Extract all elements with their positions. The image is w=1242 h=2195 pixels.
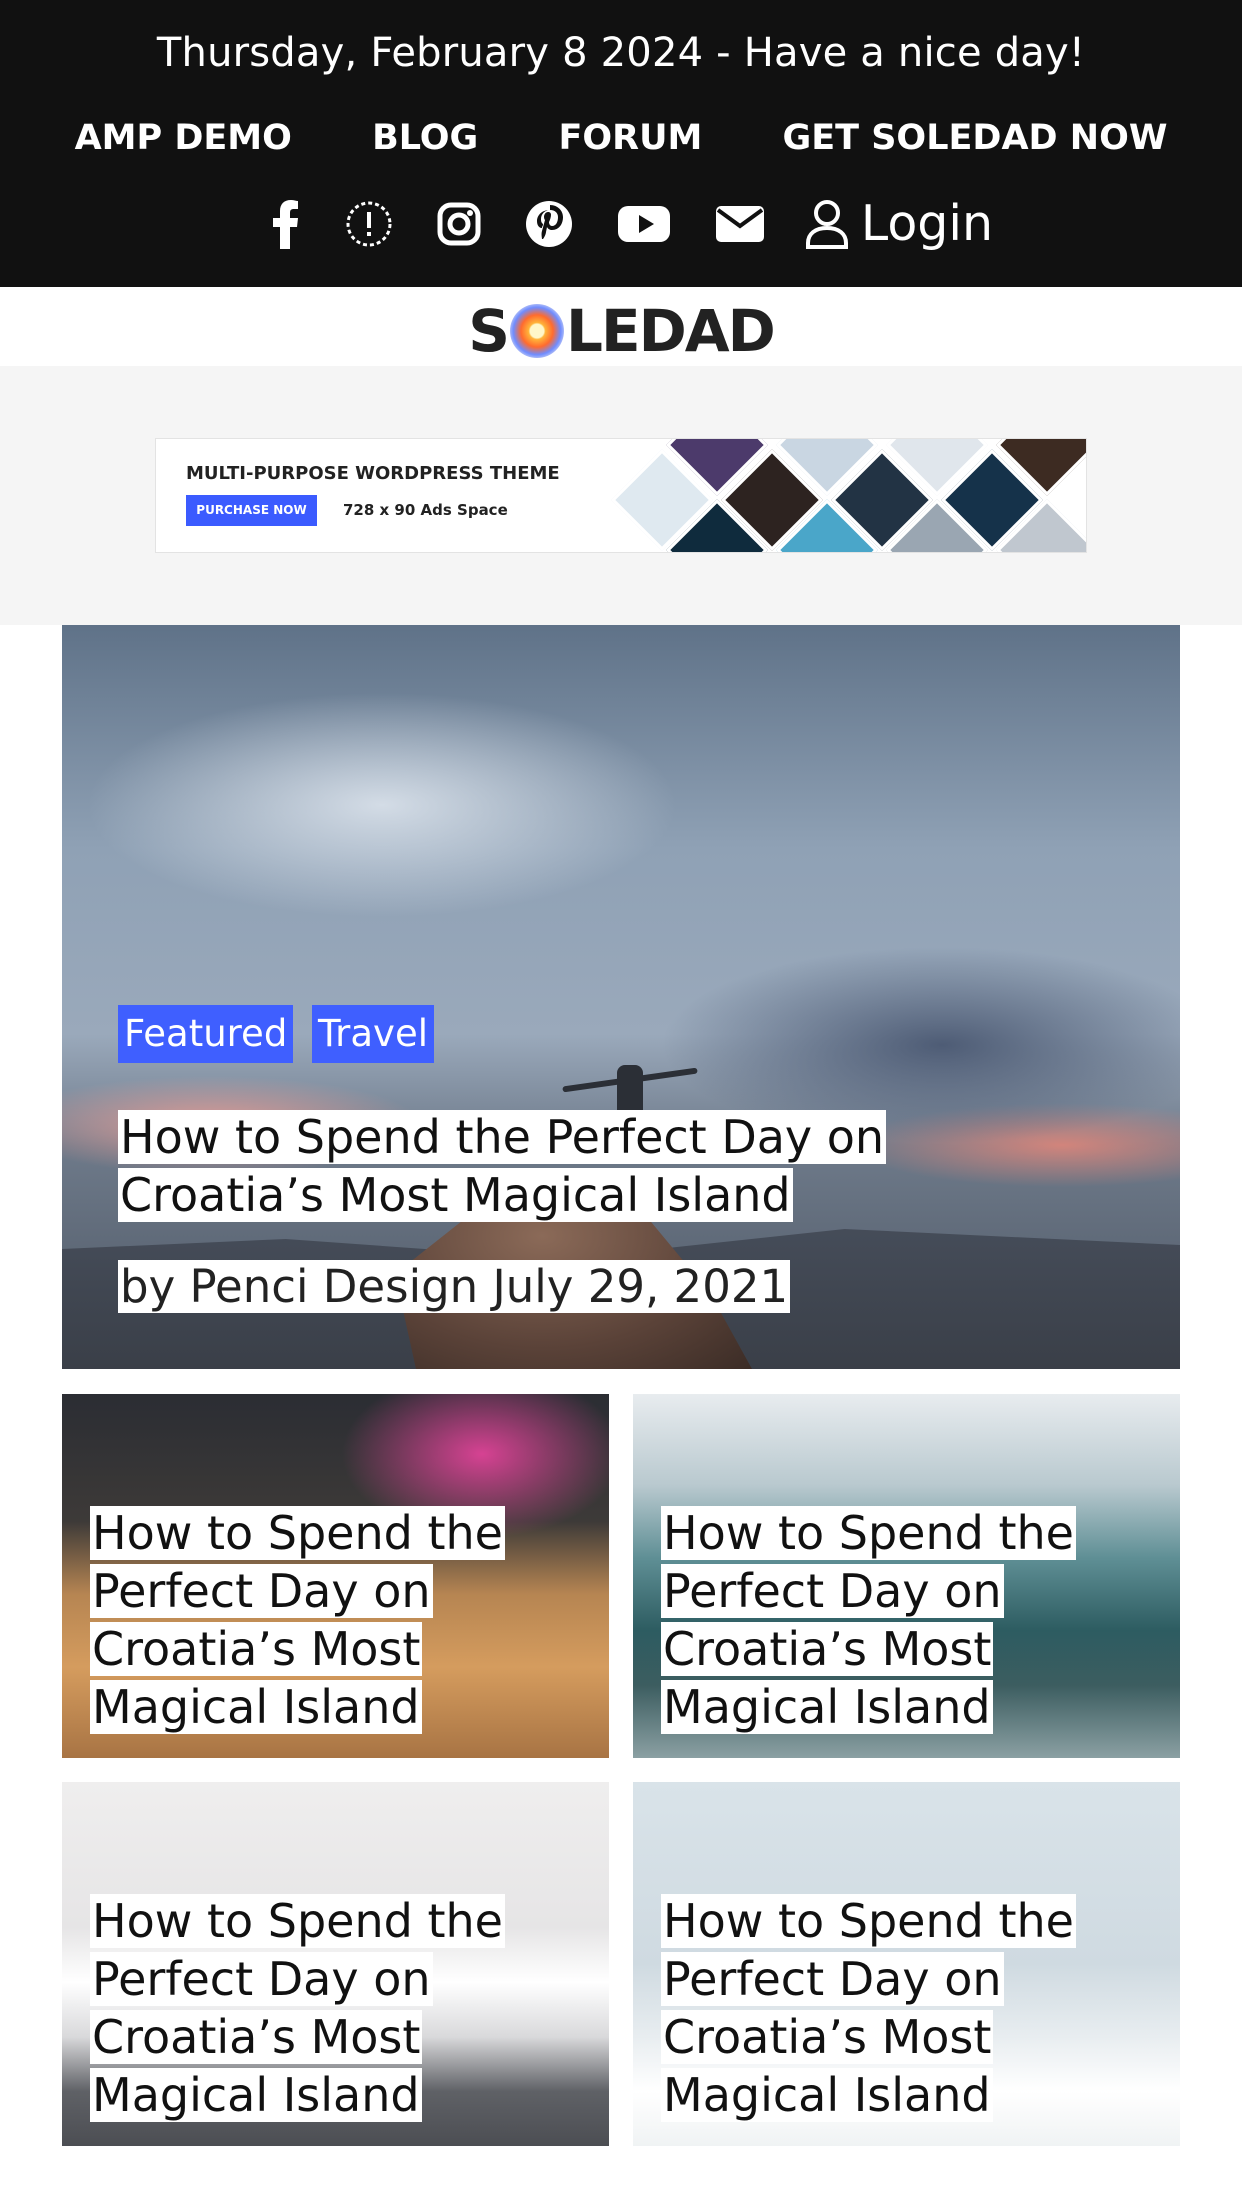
post-card-title-text: How to Spend the Perfect Day on Croatia’… — [661, 1894, 1076, 2122]
post-card-title: How to Spend the Perfect Day on Croatia’… — [661, 1504, 1141, 1736]
category-tag-featured[interactable]: Featured — [118, 1005, 294, 1063]
ad-band: MULTI-PURPOSE WORDPRESS THEME PURCHASE N… — [0, 366, 1242, 625]
social-links: Login — [0, 195, 1242, 252]
youtube-icon[interactable] — [617, 204, 671, 244]
featured-title[interactable]: How to Spend the Perfect Day on Croatia’… — [118, 1108, 1068, 1224]
post-card-title-text: How to Spend the Perfect Day on Croatia’… — [90, 1894, 505, 2122]
email-icon[interactable] — [715, 205, 765, 243]
pinterest-icon[interactable] — [525, 200, 573, 248]
post-card[interactable]: How to Spend the Perfect Day on Croatia’… — [62, 1782, 609, 2146]
top-bar: Thursday, February 8 2024 - Have a nice … — [0, 0, 1242, 287]
post-card-title: How to Spend the Perfect Day on Croatia’… — [661, 1892, 1141, 2124]
ad-space-label: 728 x 90 Ads Space — [343, 501, 508, 519]
nav-item-amp-demo[interactable]: AMP DEMO — [75, 118, 292, 158]
post-card[interactable]: How to Spend the Perfect Day on Croatia’… — [633, 1782, 1180, 2146]
main-nav: AMP DEMO BLOG FORUM GET SOLEDAD NOW — [0, 118, 1242, 158]
nav-item-get-soledad[interactable]: GET SOLEDAD NOW — [783, 118, 1168, 158]
post-card-title-text: How to Spend the Perfect Day on Croatia’… — [90, 1506, 505, 1734]
logo-flare-icon — [510, 304, 564, 358]
nav-item-blog[interactable]: BLOG — [372, 118, 478, 158]
logo-letter-s: S — [468, 297, 510, 365]
facebook-icon[interactable] — [271, 199, 301, 249]
featured-post[interactable]: Featured Travel How to Spend the Perfect… — [62, 625, 1180, 1369]
ad-title: MULTI-PURPOSE WORDPRESS THEME — [186, 463, 560, 484]
category-tag-travel[interactable]: Travel — [312, 1005, 434, 1063]
featured-meta-text: by Penci Design July 29, 2021 — [118, 1260, 791, 1313]
logo-text: LEDAD — [566, 297, 776, 365]
user-icon — [805, 199, 848, 249]
post-card-title: How to Spend the Perfect Day on Croatia’… — [90, 1504, 570, 1736]
date-greeting: Thursday, February 8 2024 - Have a nice … — [156, 30, 1086, 76]
instagram-icon[interactable] — [437, 202, 481, 246]
login-label: Login — [860, 195, 994, 252]
post-card-title-text: How to Spend the Perfect Day on Croatia’… — [661, 1506, 1076, 1734]
threads-icon[interactable] — [345, 200, 393, 248]
site-logo[interactable]: S LEDAD — [468, 297, 776, 365]
login-link[interactable]: Login — [805, 195, 993, 252]
ad-banner[interactable]: MULTI-PURPOSE WORDPRESS THEME PURCHASE N… — [155, 438, 1087, 553]
post-card[interactable]: How to Spend the Perfect Day on Croatia’… — [62, 1394, 609, 1758]
post-card-title: How to Spend the Perfect Day on Croatia’… — [90, 1892, 570, 2124]
featured-meta: by Penci Design July 29, 2021 — [118, 1251, 791, 1323]
ad-image-collage — [606, 439, 1086, 552]
featured-title-text: How to Spend the Perfect Day on Croatia’… — [118, 1110, 887, 1222]
ad-purchase-button[interactable]: PURCHASE NOW — [186, 495, 317, 526]
post-card[interactable]: How to Spend the Perfect Day on Croatia’… — [633, 1394, 1180, 1758]
nav-item-forum[interactable]: FORUM — [558, 118, 702, 158]
logo-band: S LEDAD — [0, 287, 1242, 366]
